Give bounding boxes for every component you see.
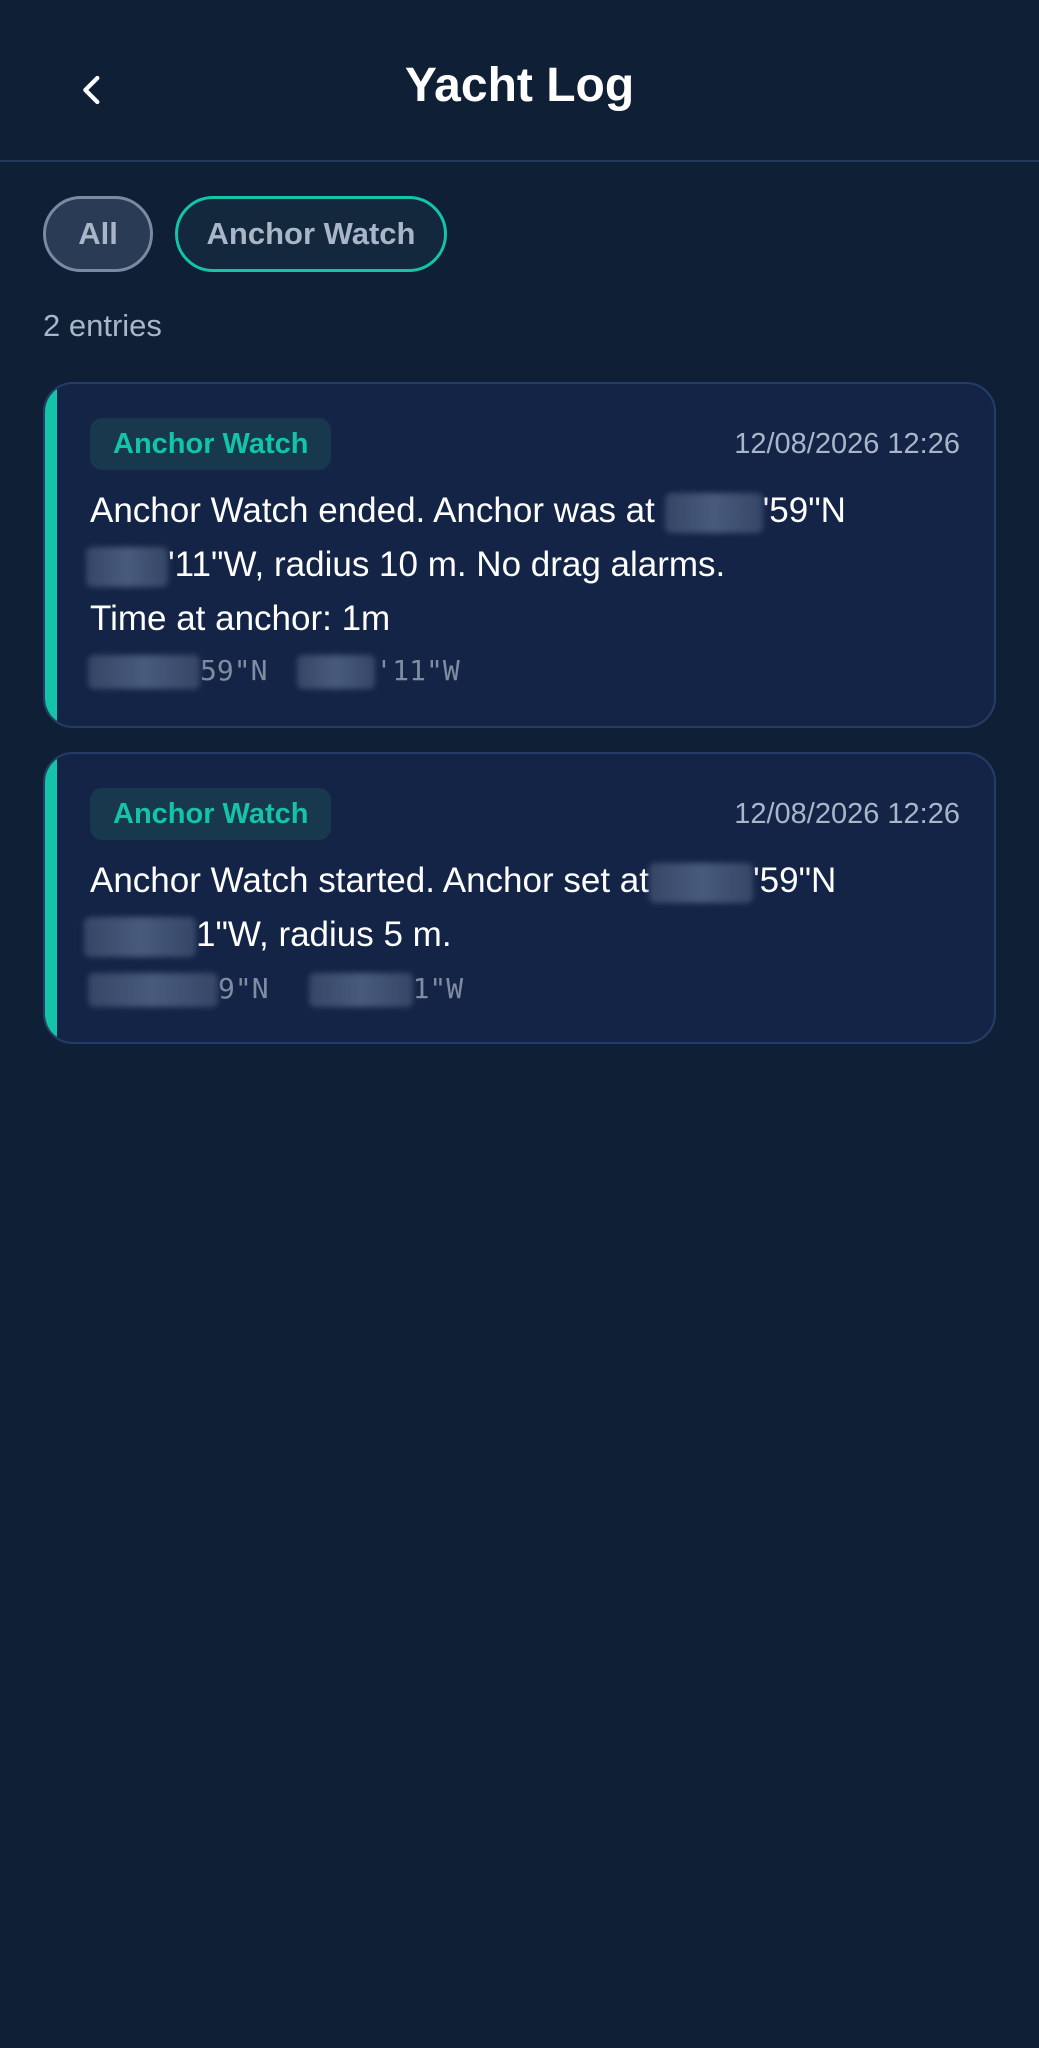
app-header: Yacht Log — [0, 0, 1039, 162]
entry-message-part: '11"W, radius 10 m. No drag alarms. — [168, 545, 726, 584]
redacted-longitude — [308, 973, 413, 1007]
entry-message-part: Anchor Watch started. Anchor set at — [90, 861, 649, 900]
card-accent-bar — [45, 384, 57, 726]
entry-message: Anchor Watch started. Anchor set at '59"N… — [84, 854, 954, 962]
entry-message-part: 1"W, radius 5 m. — [196, 915, 452, 954]
redacted-latitude — [88, 973, 218, 1007]
redacted-latitude — [88, 655, 200, 689]
latitude-tail: 59"N — [200, 654, 268, 687]
redacted-longitude — [86, 546, 168, 587]
log-entry-card[interactable]: Anchor Watch 12/08/2026 12:26 Anchor Wat… — [43, 382, 996, 728]
filter-chip-all[interactable]: All — [43, 196, 153, 272]
entry-tag: Anchor Watch — [90, 788, 332, 840]
redacted-longitude — [84, 916, 196, 957]
redacted-longitude — [297, 655, 376, 689]
card-accent-bar — [45, 754, 57, 1042]
latitude-tail: 9"N — [218, 972, 269, 1005]
entry-coordinates: 59"N '11"W — [88, 654, 460, 689]
entry-tag: Anchor Watch — [90, 418, 332, 470]
longitude-tail: 1"W — [412, 972, 464, 1005]
entry-timestamp: 12/08/2026 12:26 — [734, 798, 960, 830]
log-entry-card[interactable]: Anchor Watch 12/08/2026 12:26 Anchor Wat… — [43, 752, 996, 1044]
redacted-latitude — [664, 492, 763, 533]
entry-message: Anchor Watch ended. Anchor was at '59"N … — [86, 484, 954, 646]
entry-coordinates: 9"N 1"W — [88, 972, 463, 1007]
redacted-latitude — [648, 862, 753, 903]
filter-chip-anchor-watch[interactable]: Anchor Watch — [175, 196, 447, 272]
entry-message-part: Time at anchor: 1m — [90, 599, 391, 638]
entry-count: 2 entries — [43, 308, 162, 343]
entry-timestamp: 12/08/2026 12:26 — [734, 428, 960, 460]
entry-message-part: '59"N — [752, 861, 837, 900]
longitude-tail: '11"W — [375, 654, 460, 687]
entry-message-part: '59"N — [762, 491, 846, 530]
page-title: Yacht Log — [404, 59, 635, 112]
entry-message-part: Anchor Watch ended. Anchor was at — [90, 491, 665, 530]
